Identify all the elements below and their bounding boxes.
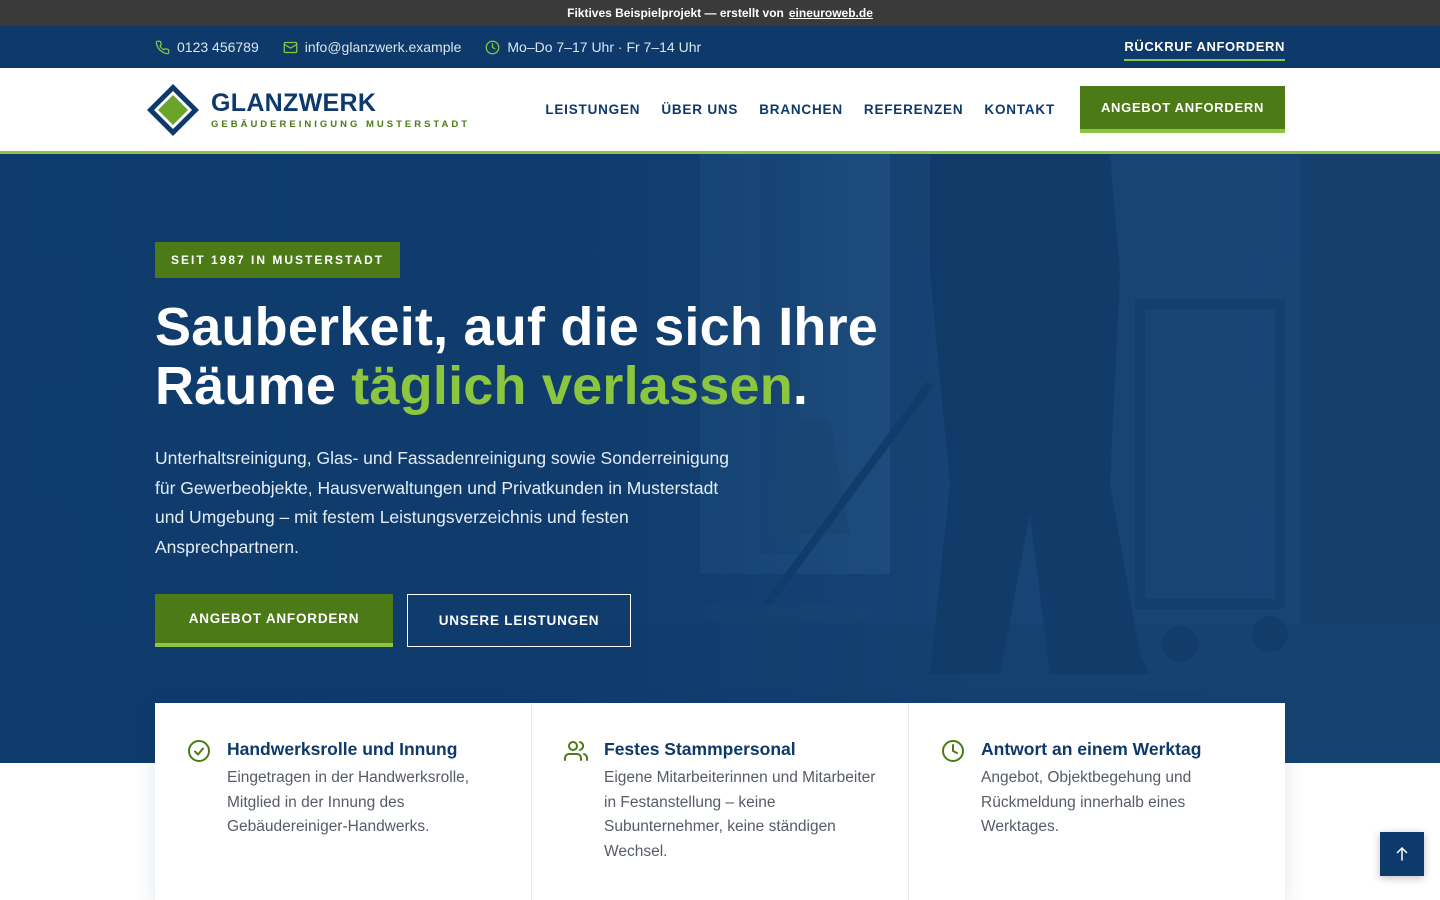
opening-hours-text: Mo–Do 7–17 Uhr · Fr 7–14 Uhr [507,39,702,55]
hero-quote-button[interactable]: ANGEBOT ANFORDERN [155,594,393,647]
header-quote-button[interactable]: ANGEBOT ANFORDERN [1080,86,1285,133]
nav-item-ueber-uns[interactable]: ÜBER UNS [661,102,738,117]
arrow-up-icon [1396,847,1408,861]
hero-headline-highlight: täglich verlassen [351,356,793,416]
opening-hours: Mo–Do 7–17 Uhr · Fr 7–14 Uhr [485,39,701,55]
site-header: GLANZWERK GEBÄUDEREINIGUNG MUSTERSTADT L… [0,68,1440,154]
back-to-top-button[interactable] [1380,832,1424,876]
mail-icon [283,41,298,53]
main-navigation: LEISTUNGEN ÜBER UNS BRANCHEN REFERENZEN … [470,102,1055,117]
demo-notice-text: Fiktives Beispielprojekt — erstellt von [567,6,784,20]
nav-item-referenzen[interactable]: REFERENZEN [864,102,964,117]
nav-item-leistungen[interactable]: LEISTUNGEN [545,102,640,117]
feature-card: Festes Stammpersonal Eigene Mitarbeiteri… [532,703,909,900]
feature-card: Handwerksrolle und Innung Eingetragen in… [155,703,532,900]
hero-section: SEIT 1987 IN MUSTERSTADT Sauberkeit, auf… [0,154,1440,763]
contact-bar: 0123 456789 info@glanzwerk.example Mo–Do… [0,26,1440,68]
clock-icon [486,40,500,54]
feature-title: Handwerksrolle und Innung [227,739,458,759]
nav-item-branchen[interactable]: BRANCHEN [759,102,843,117]
hero-services-button[interactable]: UNSERE LEISTUNGEN [407,594,631,647]
email-contact[interactable]: info@glanzwerk.example [283,39,462,55]
hero-buttons: ANGEBOT ANFORDERN UNSERE LEISTUNGEN [155,594,1055,647]
hero-content: SEIT 1987 IN MUSTERSTADT Sauberkeit, auf… [155,242,1055,647]
phone-icon [155,40,170,54]
feature-text: Eingetragen in der Handwerksrolle, Mitgl… [227,769,470,835]
hero-headline-line2: Räume [155,356,352,416]
logo[interactable]: GLANZWERK GEBÄUDEREINIGUNG MUSTERSTADT [145,82,470,138]
hero-headline-end: . [792,356,809,416]
feature-title: Festes Stammpersonal [604,739,796,759]
feature-text: Eigene Mitarbeiterinnen und Mitarbeiter … [604,769,876,860]
phone-number: 0123 456789 [177,39,259,55]
logo-diamond-icon [145,82,201,138]
feature-text: Angebot, Objektbegehung und Rückmeldung … [981,769,1192,835]
since-badge: SEIT 1987 IN MUSTERSTADT [155,242,401,278]
clock-icon [942,740,964,762]
nav-item-kontakt[interactable]: KONTAKT [984,102,1055,117]
users-icon [564,741,588,761]
demo-notice-bar: Fiktives Beispielprojekt — erstellt von … [0,0,1440,26]
feature-cards: Handwerksrolle und Innung Eingetragen in… [155,703,1285,900]
logo-name: GLANZWERK [211,88,377,117]
feature-title: Antwort an einem Werktag [981,739,1202,759]
email-address: info@glanzwerk.example [304,39,462,55]
logo-tagline: GEBÄUDEREINIGUNG MUSTERSTADT [211,118,471,130]
phone-contact[interactable]: 0123 456789 [155,39,259,55]
check-circle-icon [188,740,210,762]
callback-link[interactable]: RÜCKRUF ANFORDERN [1124,39,1285,61]
feature-card: Antwort an einem Werktag Angebot, Objekt… [909,703,1285,900]
demo-notice-link[interactable]: eineuroweb.de [789,6,873,20]
hero-description: Unterhaltsreinigung, Glas- und Fassadenr… [155,448,729,557]
hero-headline: Sauberkeit, auf die sich Ihre Räume tägl… [155,298,1055,416]
hero-headline-line1: Sauberkeit, auf die sich Ihre [155,297,879,357]
